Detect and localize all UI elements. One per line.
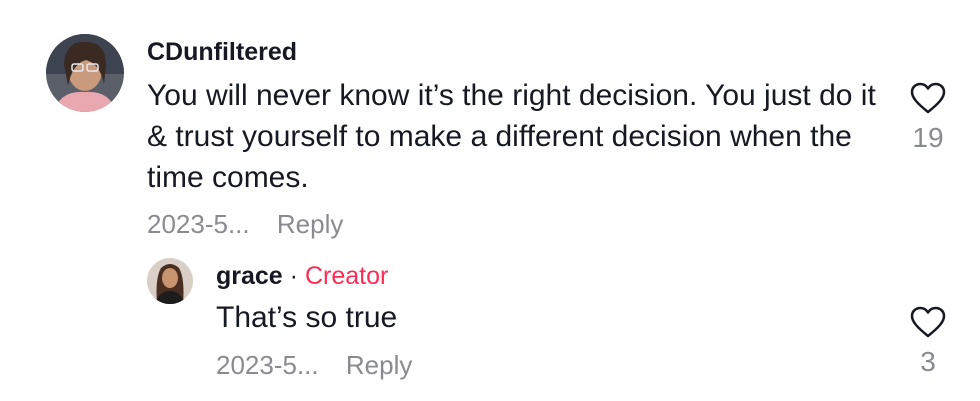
avatar[interactable] [46, 34, 124, 112]
like-count: 19 [912, 122, 944, 153]
like-group: 3 [898, 306, 958, 378]
comment-text: You will never know it’s the right decis… [147, 79, 876, 194]
comment-date: 2023-5... [147, 209, 250, 239]
like-count: 3 [920, 346, 936, 377]
reply-date: 2023-5... [216, 350, 319, 380]
reply-username-line: grace · Creator [216, 262, 388, 291]
heart-outline-icon[interactable] [910, 82, 946, 114]
heart-outline-icon[interactable] [910, 306, 946, 338]
comment-item: CDunfiltered You will never know it’s th… [0, 0, 980, 250]
reply-button[interactable]: Reply [277, 209, 343, 239]
reply-item: grace · Creator That’s so true 2023-5...… [0, 250, 980, 401]
reply-meta: 2023-5... Reply [216, 350, 412, 381]
comment-meta: 2023-5... Reply [147, 209, 343, 240]
avatar[interactable] [147, 258, 193, 304]
reply-username[interactable]: grace [216, 262, 283, 290]
creator-badge: Creator [304, 262, 389, 290]
reply-button[interactable]: Reply [346, 350, 412, 380]
reply-text: That’s so true [216, 301, 398, 334]
like-group: 19 [898, 82, 958, 154]
separator: · [289, 262, 298, 290]
comment-username[interactable]: CDunfiltered [147, 38, 297, 67]
